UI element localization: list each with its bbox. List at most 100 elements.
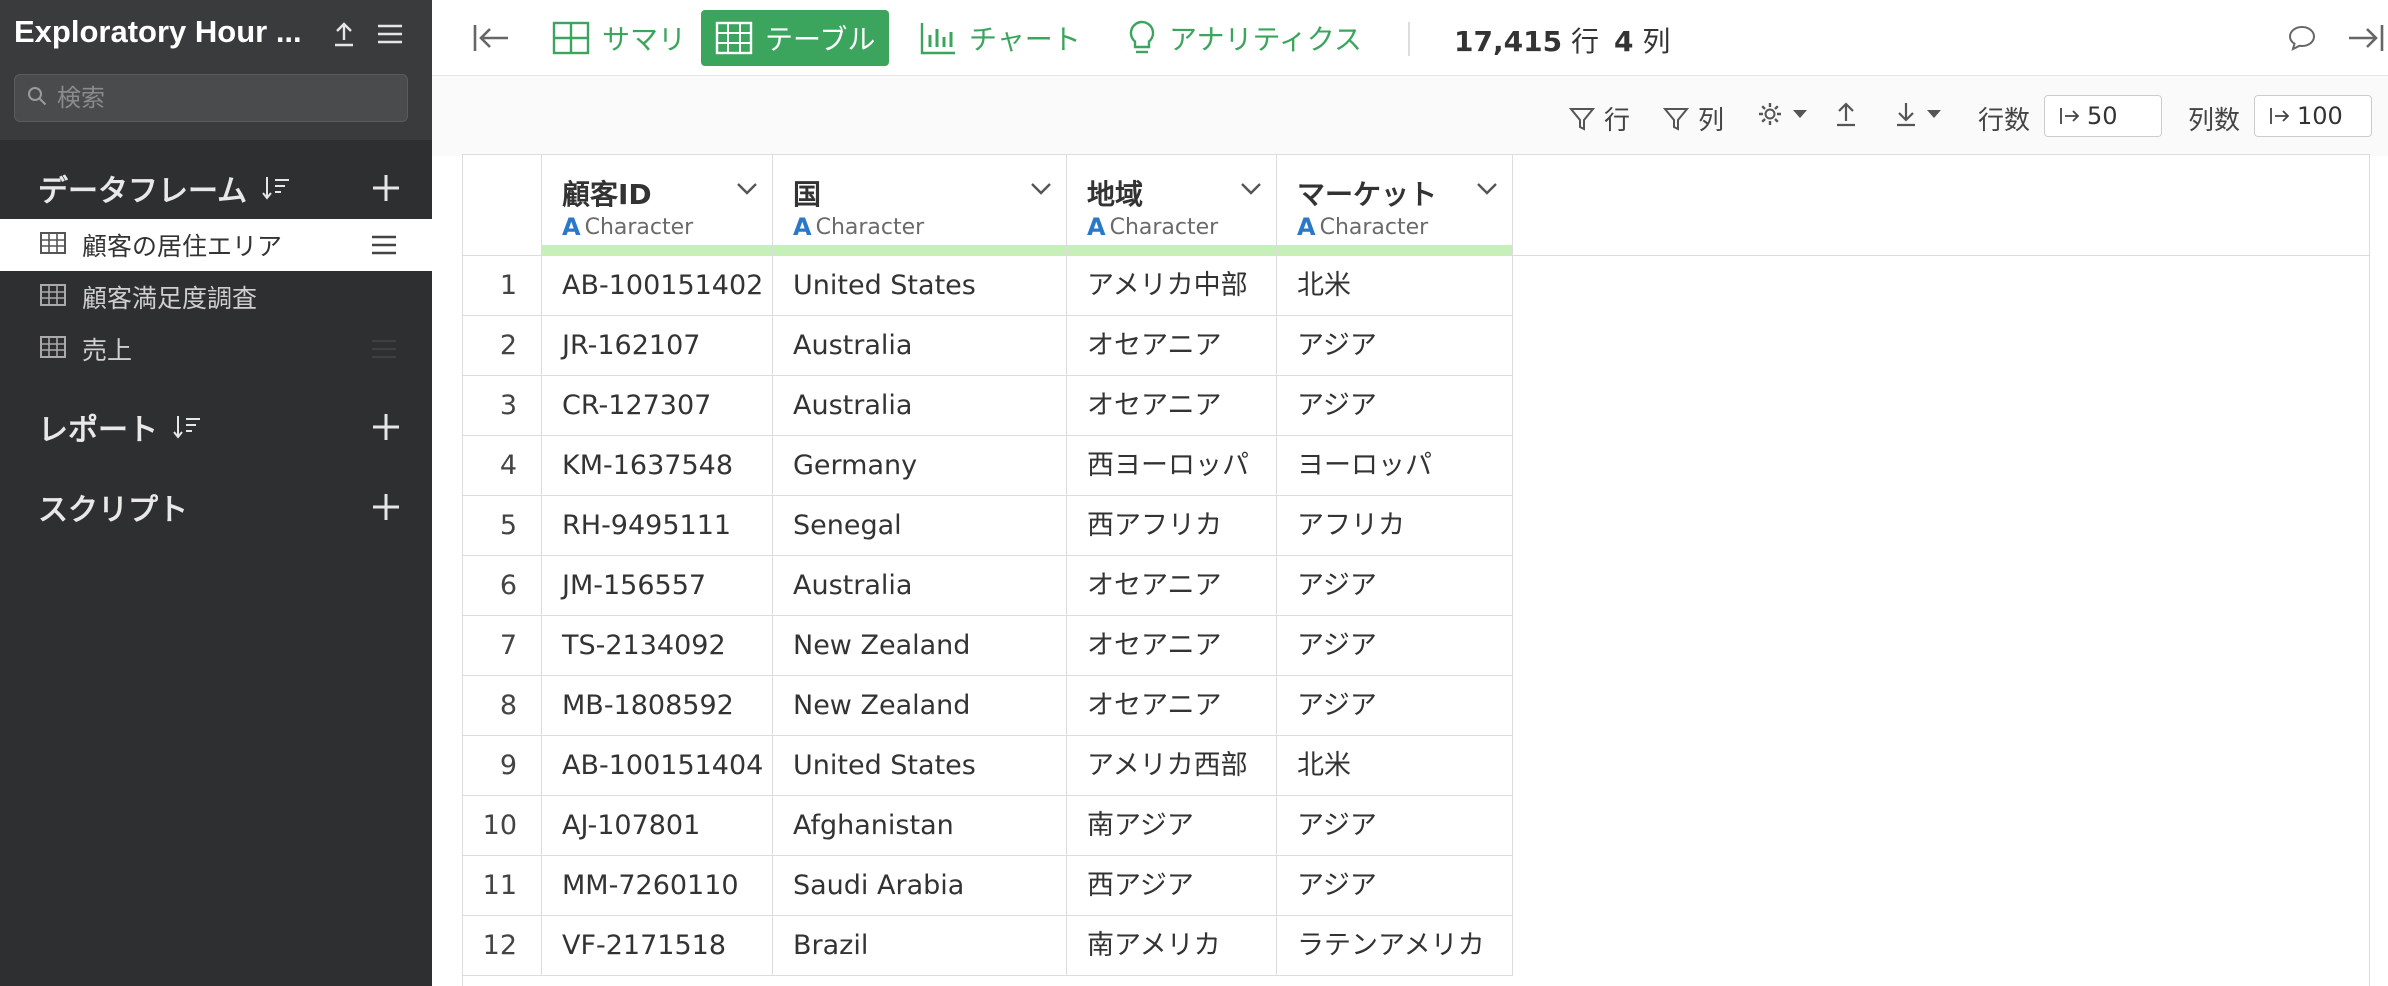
table-row[interactable]: 6 JM-156557 Australia オセアニア アジア (463, 556, 1513, 616)
market-cell[interactable]: アジア (1277, 796, 1513, 856)
tab-table[interactable]: テーブル (701, 10, 890, 66)
settings-dropdown[interactable] (1756, 100, 1816, 128)
region-cell[interactable]: オセアニア (1067, 316, 1277, 376)
region-cell[interactable]: オセアニア (1067, 556, 1277, 616)
filter-columns-button[interactable]: 列 (1662, 100, 1724, 137)
country-cell[interactable]: United States (773, 736, 1067, 796)
country-cell[interactable]: United States (773, 256, 1067, 316)
sort-icon[interactable] (261, 175, 291, 201)
row-index-cell[interactable]: 4 (463, 436, 542, 496)
search-box[interactable] (14, 74, 408, 122)
country-cell[interactable]: Australia (773, 376, 1067, 436)
market-cell[interactable]: アジア (1277, 316, 1513, 376)
customer-id-cell[interactable]: CR-127307 (542, 376, 773, 436)
rows-limit-field[interactable] (2044, 95, 2162, 137)
column-header-customer-id[interactable]: 顧客ID A Character (542, 155, 773, 255)
country-cell[interactable]: Brazil (773, 916, 1067, 976)
tab-analytics[interactable]: アナリティクス (1113, 10, 1376, 66)
customer-id-cell[interactable]: RH-9495111 (542, 496, 773, 556)
search-input[interactable] (57, 84, 387, 112)
upload-icon[interactable] (326, 16, 362, 52)
table-row[interactable]: 3 CR-127307 Australia オセアニア アジア (463, 376, 1513, 436)
customer-id-cell[interactable]: TS-2134092 (542, 616, 773, 676)
market-cell[interactable]: 北米 (1277, 256, 1513, 316)
table-row[interactable]: 1 AB-100151402 United States アメリカ中部 北米 (463, 256, 1513, 316)
table-row[interactable]: 9 AB-100151404 United States アメリカ西部 北米 (463, 736, 1513, 796)
table-row[interactable]: 7 TS-2134092 New Zealand オセアニア アジア (463, 616, 1513, 676)
region-cell[interactable]: オセアニア (1067, 616, 1277, 676)
customer-id-cell[interactable]: AB-100151402 (542, 256, 773, 316)
hamburger-menu-icon[interactable] (372, 16, 408, 52)
region-cell[interactable]: 南アメリカ (1067, 916, 1277, 976)
country-cell[interactable]: Germany (773, 436, 1067, 496)
table-row[interactable]: 4 KM-1637548 Germany 西ヨーロッパ ヨーロッパ (463, 436, 1513, 496)
customer-id-cell[interactable]: MM-7260110 (542, 856, 773, 916)
column-header-market[interactable]: マーケット A Character (1277, 155, 1513, 255)
row-index-cell[interactable]: 7 (463, 616, 542, 676)
country-cell[interactable]: Australia (773, 556, 1067, 616)
market-cell[interactable]: アジア (1277, 676, 1513, 736)
customer-id-cell[interactable]: KM-1637548 (542, 436, 773, 496)
table-row[interactable]: 11 MM-7260110 Saudi Arabia 西アジア アジア (463, 856, 1513, 916)
row-index-cell[interactable]: 6 (463, 556, 542, 616)
filter-rows-button[interactable]: 行 (1568, 100, 1630, 137)
country-cell[interactable]: Australia (773, 316, 1067, 376)
column-header-region[interactable]: 地域 A Character (1067, 155, 1277, 255)
row-index-cell[interactable]: 5 (463, 496, 542, 556)
market-cell[interactable]: 北米 (1277, 736, 1513, 796)
customer-id-cell[interactable]: JM-156557 (542, 556, 773, 616)
region-cell[interactable]: オセアニア (1067, 676, 1277, 736)
sort-icon[interactable] (172, 414, 202, 440)
tab-chart[interactable]: チャート (905, 10, 1095, 66)
region-cell[interactable]: 西アジア (1067, 856, 1277, 916)
column-header-country[interactable]: 国 A Character (773, 155, 1067, 255)
project-title[interactable]: Exploratory Hour ... (14, 14, 324, 50)
row-index-cell[interactable]: 3 (463, 376, 542, 436)
region-cell[interactable]: アメリカ中部 (1067, 256, 1277, 316)
dataframe-item-2[interactable]: 顧客満足度調査 (0, 271, 432, 323)
collapse-sidebar-icon[interactable] (458, 10, 538, 66)
region-cell[interactable]: アメリカ西部 (1067, 736, 1277, 796)
row-index-cell[interactable]: 8 (463, 676, 542, 736)
customer-id-cell[interactable]: JR-162107 (542, 316, 773, 376)
chevron-down-icon[interactable] (1240, 181, 1262, 200)
table-row[interactable]: 2 JR-162107 Australia オセアニア アジア (463, 316, 1513, 376)
table-row[interactable]: 8 MB-1808592 New Zealand オセアニア アジア (463, 676, 1513, 736)
region-cell[interactable]: 西アフリカ (1067, 496, 1277, 556)
country-cell[interactable]: Saudi Arabia (773, 856, 1067, 916)
region-cell[interactable]: 西ヨーロッパ (1067, 436, 1277, 496)
country-cell[interactable]: Afghanistan (773, 796, 1067, 856)
dataframe-menu-icon[interactable] (370, 233, 398, 262)
region-cell[interactable]: 南アジア (1067, 796, 1277, 856)
table-row[interactable]: 5 RH-9495111 Senegal 西アフリカ アフリカ (463, 496, 1513, 556)
country-cell[interactable]: Senegal (773, 496, 1067, 556)
upload-icon[interactable] (1834, 100, 1866, 128)
row-index-cell[interactable]: 9 (463, 736, 542, 796)
row-index-cell[interactable]: 11 (463, 856, 542, 916)
row-index-cell[interactable]: 2 (463, 316, 542, 376)
market-cell[interactable]: アジア (1277, 856, 1513, 916)
country-cell[interactable]: New Zealand (773, 676, 1067, 736)
table-row[interactable]: 10 AJ-107801 Afghanistan 南アジア アジア (463, 796, 1513, 856)
row-index-cell[interactable]: 10 (463, 796, 542, 856)
add-dataframe-icon[interactable] (370, 172, 402, 204)
market-cell[interactable]: アジア (1277, 616, 1513, 676)
collapse-right-panel-icon[interactable] (2331, 10, 2388, 66)
dataframe-item-3[interactable]: 売上 (0, 323, 432, 375)
market-cell[interactable]: アジア (1277, 556, 1513, 616)
market-cell[interactable]: アフリカ (1277, 496, 1513, 556)
add-script-icon[interactable] (370, 491, 402, 523)
market-cell[interactable]: ラテンアメリカ (1277, 916, 1513, 976)
customer-id-cell[interactable]: VF-2171518 (542, 916, 773, 976)
dataframe-menu-icon[interactable] (370, 337, 398, 366)
cols-limit-field[interactable] (2254, 95, 2372, 137)
customer-id-cell[interactable]: MB-1808592 (542, 676, 773, 736)
rows-limit-input[interactable] (2087, 102, 2147, 130)
table-row[interactable]: 12 VF-2171518 Brazil 南アメリカ ラテンアメリカ (463, 916, 1513, 976)
chevron-down-icon[interactable] (736, 181, 758, 200)
dataframe-item-1[interactable]: 顧客の居住エリア (0, 219, 432, 271)
chevron-down-icon[interactable] (1030, 181, 1052, 200)
customer-id-cell[interactable]: AJ-107801 (542, 796, 773, 856)
chevron-down-icon[interactable] (1476, 181, 1498, 200)
cols-limit-input[interactable] (2297, 102, 2357, 130)
